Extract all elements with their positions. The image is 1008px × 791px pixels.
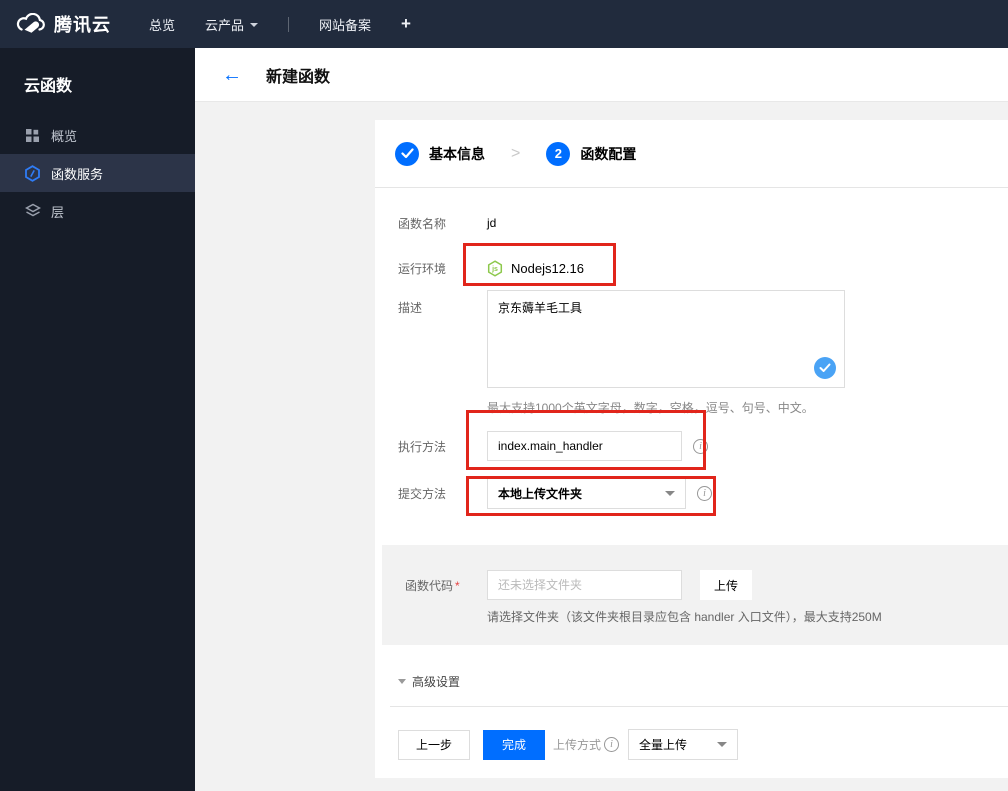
function-code-section: 函数代码* 上传 请选择文件夹（该文件夹根目录应包含 handler 入口文件）… [382,545,1008,645]
form-row-runtime: 运行环境 js Nodejs12.16 [375,246,1008,290]
page-title: 新建函数 [266,68,331,86]
description-field-wrap [487,290,845,388]
footer-actions: 上一步 完成 上传方式 i 全量上传 [375,729,1008,760]
step1-label: 基本信息 [429,145,485,162]
advanced-settings-label: 高级设置 [412,675,461,689]
handler-label: 执行方法 [398,439,447,454]
upload-button[interactable]: 上传 [700,570,752,600]
form-row-submit-method: 提交方法 本地上传文件夹 i [375,478,1008,509]
name-value: jd [487,216,497,230]
step1-check-icon [395,141,419,166]
sidebar-item-overview[interactable]: 概览 [0,116,195,154]
function-hexagon-icon [24,164,41,182]
nodejs-icon: js [487,259,503,277]
brand-name: 腾讯云 [54,15,111,35]
description-textarea[interactable] [487,290,845,388]
code-label: 函数代码 * [405,578,460,593]
form-row-code: 函数代码* 上传 [382,570,1008,600]
chevron-down-icon [250,23,259,27]
sidebar-title: 云函数 [24,78,73,95]
code-folder-input[interactable] [487,570,682,600]
submit-method-label: 提交方法 [398,487,447,501]
nav-add-button[interactable]: + [401,14,411,34]
runtime-value: js Nodejs12.16 [487,259,584,277]
topnav: 总览 云产品 网站备案 + [149,14,411,34]
page: 腾讯云 总览 云产品 网站备案 + 云函数 概览 函数服务 层 ← 新建函数 基… [0,0,1008,791]
nav-icp[interactable]: 网站备案 [319,15,371,34]
form-row-name: 函数名称 jd [375,214,1008,232]
sidebar-item-layers[interactable]: 层 [0,192,195,230]
layers-icon [24,203,41,220]
nav-overview[interactable]: 总览 [149,15,175,34]
finish-button[interactable]: 完成 [483,729,545,760]
brand[interactable]: 腾讯云 [16,11,111,37]
divider [390,706,1008,707]
upload-mode-value: 全量上传 [639,738,688,752]
sidebar-item-label: 函数服务 [51,166,104,182]
form-row-handler: 执行方法 i [375,431,1008,461]
step-chevron-icon: > [511,144,521,162]
upload-mode-label: 上传方式 i [553,736,620,753]
advanced-settings-toggle[interactable]: 高级设置 [375,673,1008,690]
name-label: 函数名称 [398,216,447,231]
step2-number: 2 [546,141,571,166]
nav-products[interactable]: 云产品 [205,15,259,34]
form-row-desc-helper: 最大支持1000个英文字母，数字，空格，逗号、句号、中文。 [375,400,1008,415]
code-helper: 请选择文件夹（该文件夹根目录应包含 handler 入口文件），最大支持250M [487,610,882,624]
svg-text:js: js [491,266,498,273]
info-icon[interactable]: i [604,737,620,752]
sidebar: 云函数 概览 函数服务 层 [0,48,195,791]
nav-divider [288,16,290,32]
submit-method-value: 本地上传文件夹 [498,487,583,501]
valid-check-icon [814,357,836,379]
description-helper: 最大支持1000个英文字母，数字，空格，逗号、句号、中文。 [487,400,814,415]
form-row-description: 描述 [375,290,1008,388]
page-header: ← 新建函数 [195,48,1008,102]
chevron-down-icon [717,742,728,747]
chevron-down-icon [665,491,675,496]
tencent-cloud-logo-icon [16,12,46,36]
create-function-card: 基本信息 > 2 函数配置 函数名称 jd 运行环境 js Nodejs12.1… [375,120,1008,778]
sidebar-item-label: 层 [51,204,65,220]
chevron-down-icon [398,679,406,684]
description-label: 描述 [398,301,423,315]
sidebar-item-function-service[interactable]: 函数服务 [0,154,195,192]
handler-input[interactable] [487,431,682,461]
submit-method-select[interactable]: 本地上传文件夹 [487,478,686,509]
step-indicator: 基本信息 > 2 函数配置 [375,120,1008,188]
upload-mode-select[interactable]: 全量上传 [628,729,739,760]
sidebar-item-label: 概览 [51,128,78,144]
grid-icon [24,127,41,144]
info-icon[interactable]: i [697,486,712,501]
back-arrow-icon[interactable]: ← [222,65,242,85]
runtime-label: 运行环境 [398,261,447,276]
step2-label: 函数配置 [580,145,637,162]
previous-step-button[interactable]: 上一步 [398,729,470,760]
info-icon[interactable]: i [693,438,708,454]
required-asterisk: * [455,578,460,593]
topbar: 腾讯云 总览 云产品 网站备案 + [0,0,1008,48]
runtime-text: Nodejs12.16 [511,260,584,276]
